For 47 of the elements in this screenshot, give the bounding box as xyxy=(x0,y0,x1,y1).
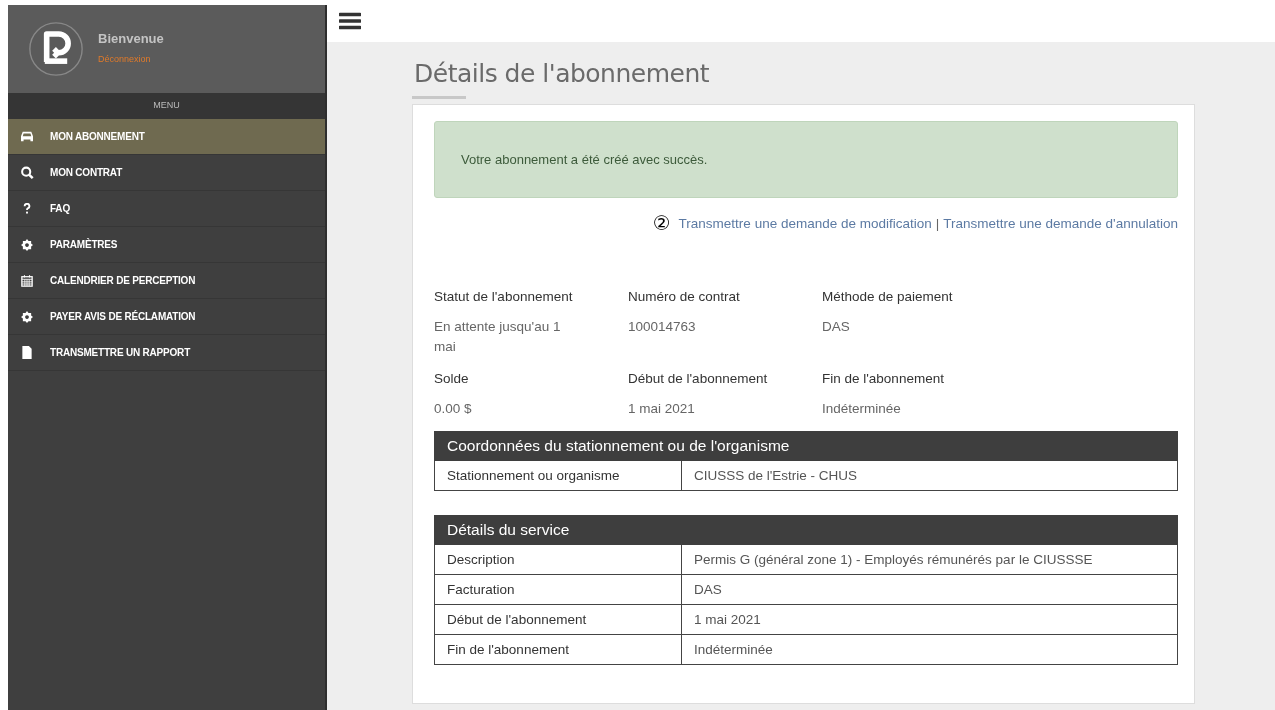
sidebar-item[interactable]: CALENDRIER DE PERCEPTION xyxy=(8,263,325,299)
field-label: Solde xyxy=(434,371,470,386)
field-value: En attente jusqu'au 1 mai xyxy=(434,318,562,356)
field-value: 0.00 $ xyxy=(434,400,473,418)
sidebar-item[interactable]: PARAMÈTRES xyxy=(8,227,325,263)
table-cell: 1 mai 2021 xyxy=(681,604,1178,635)
search-icon xyxy=(20,166,34,179)
table-cell: Fin de l'abonnement xyxy=(434,634,682,665)
greeting-text: Bienvenue xyxy=(98,31,164,46)
field-value: 100014763 xyxy=(628,318,697,336)
parking-logo-icon xyxy=(28,21,84,77)
table-cell: Indéterminée xyxy=(681,634,1178,665)
sidebar-item[interactable]: TRANSMETTRE UN RAPPORT xyxy=(8,335,325,371)
sidebar-item[interactable]: MON ABONNEMENT xyxy=(8,119,325,155)
table-header: Coordonnées du stationnement ou de l'organisme xyxy=(434,431,1178,461)
modification-request-link[interactable]: Transmettre une demande de modification xyxy=(678,215,932,231)
field-value: Indéterminée xyxy=(822,400,902,418)
car-icon xyxy=(20,130,34,143)
table-cell: CIUSSS de l'Estrie - CHUS xyxy=(681,460,1178,491)
table-cell: Début de l'abonnement xyxy=(434,604,682,635)
field-label: Fin de l'abonnement xyxy=(822,371,945,386)
file-icon xyxy=(20,346,34,359)
field-label: Statut de l'abonnement xyxy=(434,289,574,304)
sidebar-item[interactable]: FAQ xyxy=(8,191,325,227)
success-alert: Votre abonnement a été créé avec succès. xyxy=(434,121,1178,198)
sidebar-item[interactable]: MON CONTRAT xyxy=(8,155,325,191)
menu-heading: MENU xyxy=(8,93,325,119)
sidebar-item[interactable]: PAYER AVIS DE RÉCLAMATION xyxy=(8,299,325,335)
table-header: Détails du service xyxy=(434,515,1178,545)
gear-icon xyxy=(20,238,34,251)
cancellation-request-link[interactable]: Transmettre une demande d'annulation xyxy=(943,215,1178,231)
page-title: Détails de l'abonnement xyxy=(414,59,711,88)
annotation-marker: ② xyxy=(652,211,671,235)
field-label: Méthode de paiement xyxy=(822,289,954,304)
table-cell: Stationnement ou organisme xyxy=(434,460,682,491)
field-value: 1 mai 2021 xyxy=(628,400,696,418)
table-cell: Permis G (général zone 1) - Employés rémunérés par le CIUSSSE xyxy=(681,544,1178,575)
table-cell: DAS xyxy=(681,574,1178,605)
field-label: Début de l'abonnement xyxy=(628,371,769,386)
link-separator: | xyxy=(935,215,940,231)
gear-icon xyxy=(20,310,34,323)
table-cell: Facturation xyxy=(434,574,682,605)
field-value: DAS xyxy=(822,318,851,336)
calendar-icon xyxy=(20,274,34,287)
field-label: Numéro de contrat xyxy=(628,289,741,304)
table-cell: Description xyxy=(434,544,682,575)
menu-icon[interactable] xyxy=(339,12,361,30)
